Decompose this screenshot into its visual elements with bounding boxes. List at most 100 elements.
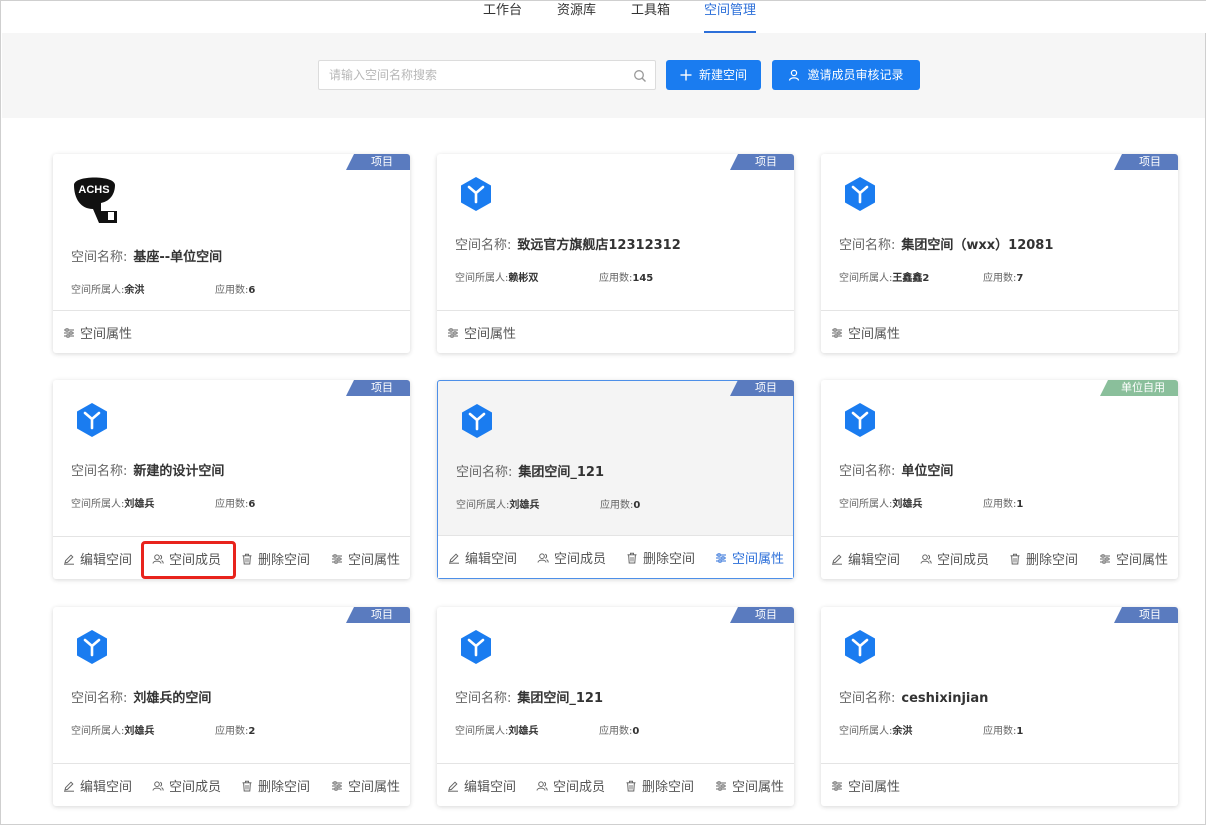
space-card[interactable]: 项目 空间名称: 集团空间_121 空间所属人:刘雄兵 应用数:0 编辑空间 空间… xyxy=(437,607,794,806)
owner-label: 空间所属人: xyxy=(839,273,893,284)
space-properties-button[interactable]: 空间属性 xyxy=(331,549,400,568)
owner-value: 刘雄兵 xyxy=(124,726,155,737)
edit-space-button[interactable]: 编辑空间 xyxy=(63,776,132,795)
user-icon xyxy=(788,69,800,81)
space-card-selected[interactable]: 项目 空间名称: 集团空间_121 空间所属人:刘雄兵 应用数:0 编辑空间 空间… xyxy=(437,380,794,579)
trash-icon xyxy=(626,552,638,564)
trash-icon xyxy=(241,553,253,565)
space-cube-logo-icon xyxy=(458,176,494,212)
space-meta-row: 空间所属人:余洪 应用数:6 xyxy=(71,281,255,296)
space-properties-button[interactable]: 空间属性 xyxy=(831,776,900,795)
space-properties-label: 空间属性 xyxy=(348,780,401,795)
space-name: ceshixinjian xyxy=(901,691,989,706)
space-card[interactable]: 项目 空间名称: ceshixinjian 空间所属人:余洪 应用数:1 空间属性 xyxy=(821,607,1178,806)
space-card[interactable]: 项目 ACHS 空间名称: 基座--单位空间 空间所属人:余洪 应用数:6 空间属… xyxy=(53,154,410,353)
space-name: 集团空间_121 xyxy=(517,691,604,706)
search-bar-area: 新建空间 邀请成员审核记录 xyxy=(2,33,1205,118)
apps-label: 应用数: xyxy=(983,726,1017,737)
invite-records-button[interactable]: 邀请成员审核记录 xyxy=(772,60,920,90)
space-properties-button[interactable]: 空间属性 xyxy=(715,548,784,567)
trash-icon xyxy=(625,780,637,792)
space-cube-logo-icon xyxy=(74,402,110,438)
owner-label: 空间所属人: xyxy=(456,500,510,511)
space-card[interactable]: 项目 空间名称: 致远官方旗舰店12312312 空间所属人:赖彬双 应用数:14… xyxy=(437,154,794,353)
members-icon xyxy=(920,553,932,565)
plus-icon xyxy=(680,69,692,81)
owner-label: 空间所属人: xyxy=(71,285,125,296)
edit-space-button[interactable]: 编辑空间 xyxy=(448,548,517,567)
space-properties-button[interactable]: 空间属性 xyxy=(331,776,400,795)
edit-space-label: 编辑空间 xyxy=(848,553,901,568)
space-cube-logo-icon xyxy=(842,402,878,438)
space-members-label: 空间成员 xyxy=(553,780,606,795)
space-name: 集团空间（wxx）12081 xyxy=(901,238,1054,253)
members-icon xyxy=(536,780,548,792)
space-properties-button[interactable]: 空间属性 xyxy=(831,323,900,342)
nav-tab-toolbox[interactable]: 工具箱 xyxy=(631,1,670,33)
space-name-row: 空间名称: 致远官方旗舰店12312312 xyxy=(455,234,681,253)
delete-space-button[interactable]: 删除空间 xyxy=(625,776,694,795)
space-type-tag: 项目 xyxy=(1114,154,1178,170)
space-properties-button[interactable]: 空间属性 xyxy=(63,323,132,342)
space-members-button[interactable]: 空间成员 xyxy=(152,776,221,795)
card-footer: 编辑空间 空间成员 删除空间 空间属性 xyxy=(53,763,410,806)
space-members-button[interactable]: 空间成员 xyxy=(537,548,606,567)
space-members-button[interactable]: 空间成员 xyxy=(536,776,605,795)
edit-space-button[interactable]: 编辑空间 xyxy=(63,549,132,568)
owner-value: 余洪 xyxy=(124,285,145,296)
trash-icon xyxy=(1009,553,1021,565)
members-icon xyxy=(537,552,549,564)
edit-space-label: 编辑空间 xyxy=(464,780,517,795)
space-name: 基座--单位空间 xyxy=(133,250,223,265)
sliders-icon xyxy=(331,780,343,792)
delete-space-button[interactable]: 删除空间 xyxy=(241,776,310,795)
space-members-button[interactable]: 空间成员 xyxy=(920,549,989,568)
space-card[interactable]: 项目 空间名称: 新建的设计空间 空间所属人:刘雄兵 应用数:6 编辑空间 空间成… xyxy=(53,380,410,579)
search-input[interactable] xyxy=(319,61,619,89)
space-card[interactable]: 项目 空间名称: 集团空间（wxx）12081 空间所属人:王鑫鑫2 应用数:7 … xyxy=(821,154,1178,353)
space-card[interactable]: 项目 空间名称: 刘雄兵的空间 空间所属人:刘雄兵 应用数:2 编辑空间 空间成员… xyxy=(53,607,410,806)
space-name: 单位空间 xyxy=(901,464,954,479)
nav-tab-resources[interactable]: 资源库 xyxy=(557,1,596,33)
edit-icon xyxy=(63,553,75,565)
space-type-tag: 项目 xyxy=(346,380,410,396)
apps-label: 应用数: xyxy=(983,273,1017,284)
members-icon xyxy=(152,780,164,792)
nav-tab-workbench[interactable]: 工作台 xyxy=(483,1,522,33)
space-card[interactable]: 单位自用 空间名称: 单位空间 空间所属人:刘雄兵 应用数:1 编辑空间 空间成员… xyxy=(821,380,1178,579)
search-icon[interactable] xyxy=(633,68,647,87)
owner-value: 王鑫鑫2 xyxy=(892,273,930,284)
delete-space-button[interactable]: 删除空间 xyxy=(626,548,695,567)
delete-space-button[interactable]: 删除空间 xyxy=(1009,549,1078,568)
space-type-tag: 单位自用 xyxy=(1100,380,1178,396)
new-space-button[interactable]: 新建空间 xyxy=(666,60,761,90)
apps-value: 145 xyxy=(632,273,654,284)
nav-tab-space-management[interactable]: 空间管理 xyxy=(704,1,757,33)
space-members-button[interactable]: 空间成员 xyxy=(152,549,221,568)
space-name-row: 空间名称: 单位空间 xyxy=(839,460,953,479)
space-properties-label: 空间属性 xyxy=(80,327,133,342)
space-cube-logo-icon xyxy=(459,403,495,439)
owner-label: 空间所属人: xyxy=(71,499,125,510)
space-name-label: 空间名称: xyxy=(839,464,896,479)
card-footer: 编辑空间 空间成员 删除空间 空间属性 xyxy=(821,536,1178,579)
delete-space-button[interactable]: 删除空间 xyxy=(241,549,310,568)
space-properties-button[interactable]: 空间属性 xyxy=(715,776,784,795)
apps-value: 0 xyxy=(633,500,641,511)
space-properties-button[interactable]: 空间属性 xyxy=(447,323,516,342)
edit-icon xyxy=(447,780,459,792)
apps-label: 应用数: xyxy=(215,726,249,737)
achs-logo-text: ACHS xyxy=(78,184,109,196)
space-properties-label: 空间属性 xyxy=(848,327,901,342)
edit-space-button[interactable]: 编辑空间 xyxy=(447,776,516,795)
edit-space-button[interactable]: 编辑空间 xyxy=(831,549,900,568)
sliders-icon xyxy=(331,553,343,565)
sliders-icon xyxy=(63,327,75,339)
sliders-icon xyxy=(1099,553,1111,565)
space-meta-row: 空间所属人:刘雄兵 应用数:1 xyxy=(839,495,1023,510)
space-name-label: 空间名称: xyxy=(455,691,512,706)
space-properties-button[interactable]: 空间属性 xyxy=(1099,549,1168,568)
space-members-label: 空间成员 xyxy=(169,553,222,568)
sliders-icon xyxy=(831,327,843,339)
space-name-row: 空间名称: ceshixinjian xyxy=(839,687,988,706)
